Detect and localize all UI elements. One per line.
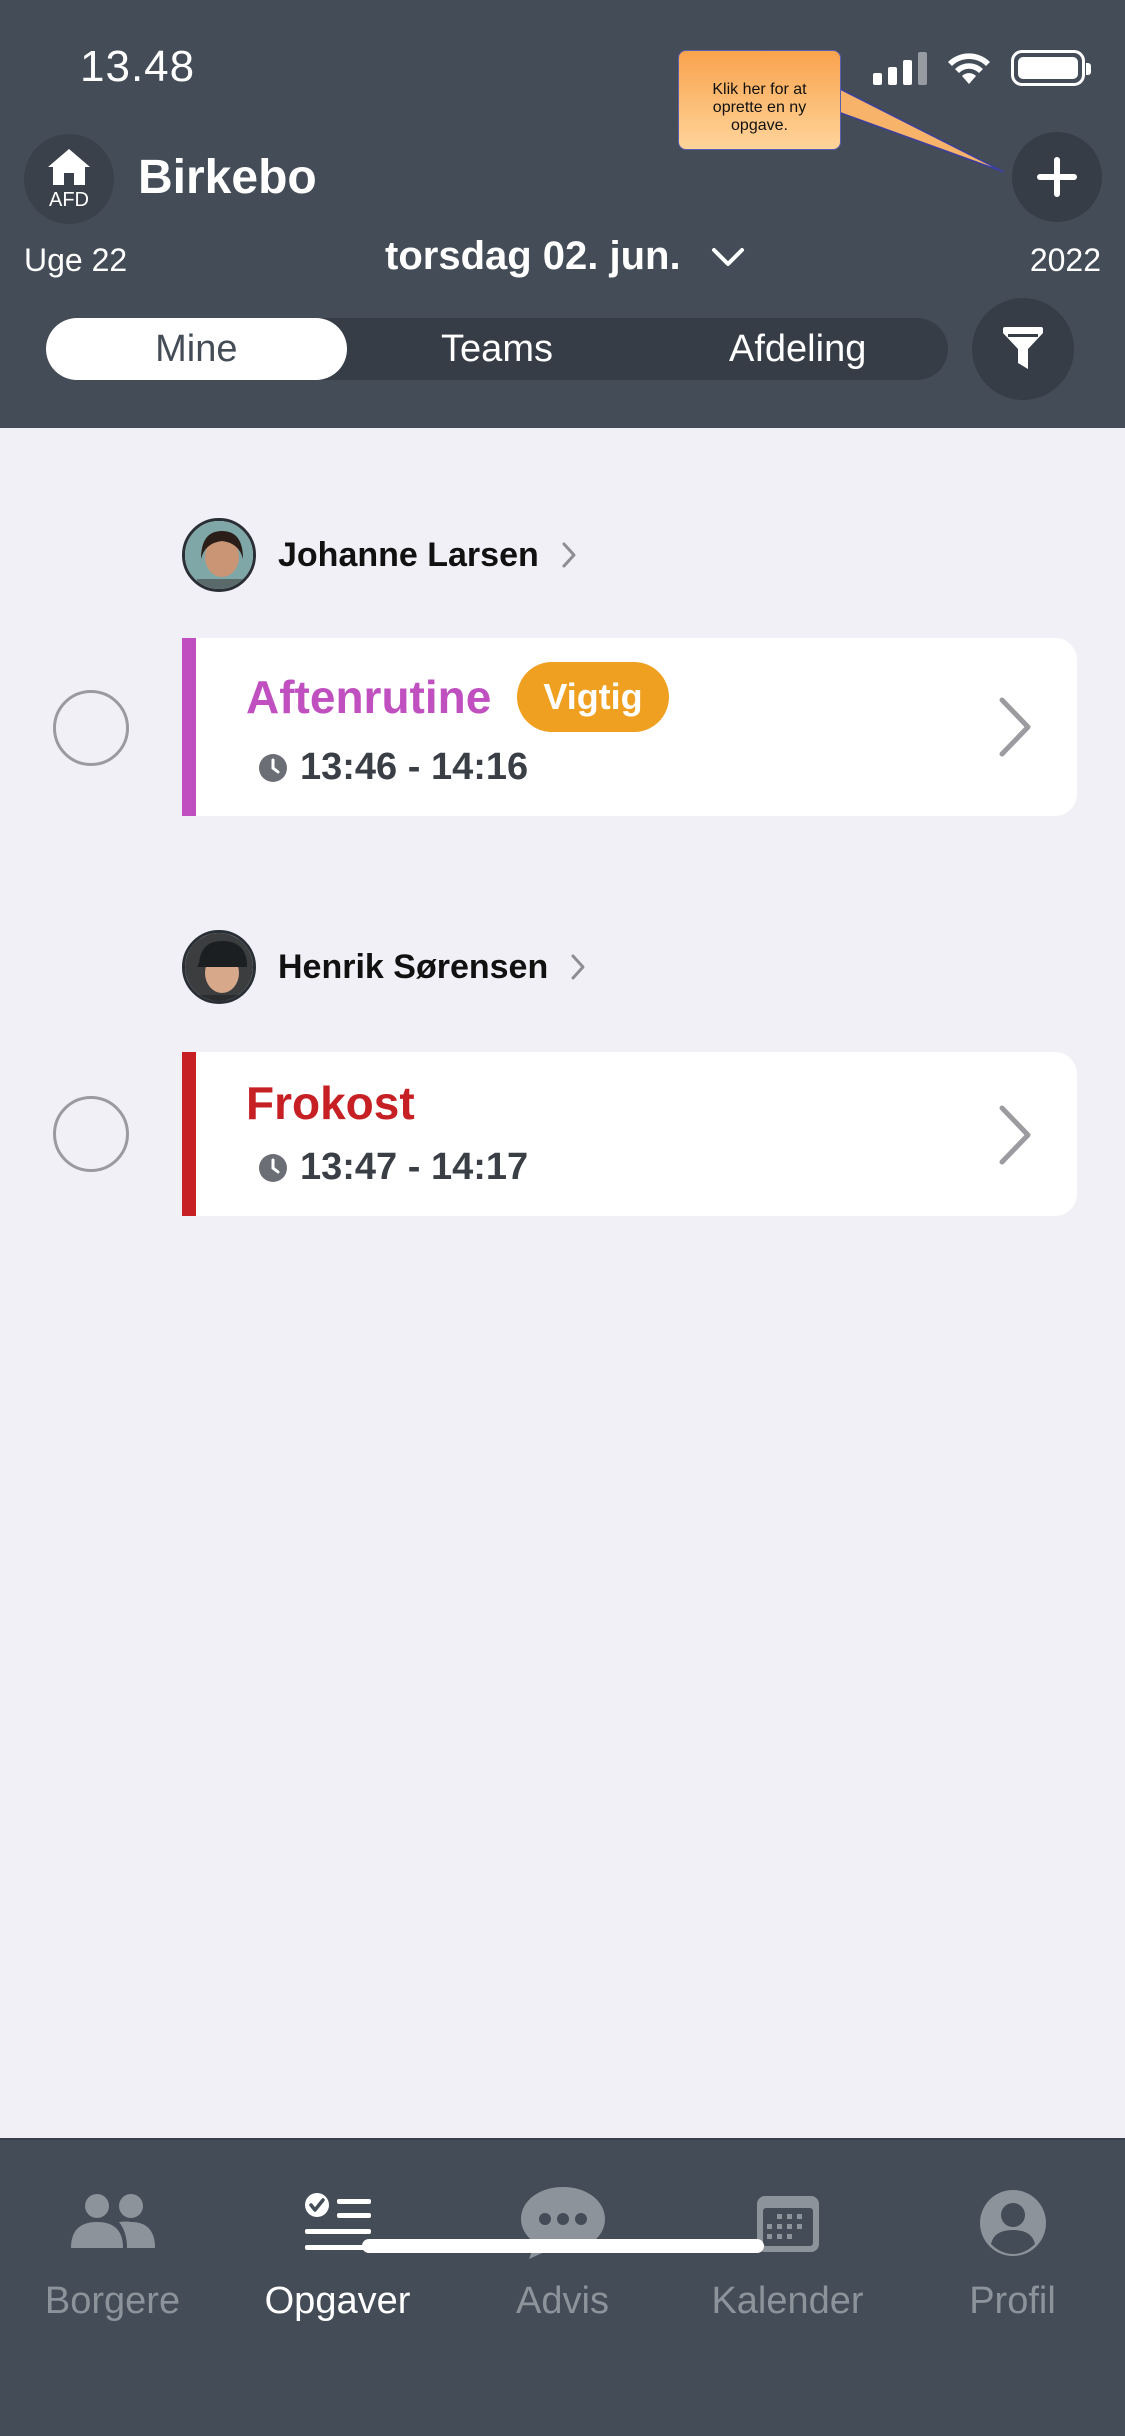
person-row-johanne-larsen[interactable]: Johanne Larsen — [182, 518, 577, 592]
task-title: Frokost — [246, 1077, 415, 1129]
segment-mine[interactable]: Mine — [46, 318, 347, 380]
filter-button[interactable] — [972, 298, 1074, 400]
task-time-row: 13:46 - 14:16 — [258, 746, 528, 789]
tab-label: Advis — [516, 2280, 609, 2322]
calendar-icon — [756, 2196, 819, 2252]
wifi-icon — [948, 53, 990, 84]
clock-icon — [259, 753, 287, 782]
bottom-tab-bar: Borgere Opgaver Advis Kalender Profil — [0, 2138, 1125, 2436]
add-task-button[interactable] — [1012, 132, 1102, 222]
tab-label: Kalender — [711, 2280, 864, 2322]
scope-segmented-control: Mine Teams Afdeling — [46, 318, 948, 380]
chevron-right-icon — [571, 954, 585, 980]
date-label: torsdag 02. jun. — [385, 234, 681, 278]
tab-label: Borgere — [44, 2280, 181, 2322]
tab-profil[interactable]: Profil — [900, 2140, 1125, 2340]
task-complete-checkbox[interactable] — [53, 1096, 129, 1172]
home-button[interactable]: AFD — [24, 134, 114, 224]
tab-borgere[interactable]: Borgere — [0, 2140, 225, 2340]
date-picker[interactable]: torsdag 02. jun. — [385, 234, 745, 279]
plus-icon — [1037, 157, 1077, 197]
person-name: Johanne Larsen — [278, 535, 539, 574]
clock-icon — [259, 1153, 287, 1182]
filter-funnel-icon — [1003, 327, 1043, 369]
people-icon — [70, 2194, 155, 2248]
status-icons — [873, 48, 1091, 88]
task-title-row: Aftenrutine Vigtig — [246, 662, 669, 732]
person-name: Henrik Sørensen — [278, 947, 549, 986]
year-label: 2022 — [1029, 242, 1101, 278]
tab-label: Opgaver — [264, 2280, 411, 2322]
app-header: 13.48 AFD Birkebo Klik her for at oprett… — [0, 0, 1125, 428]
chevron-right-icon — [999, 1105, 1031, 1165]
home-sub-label: AFD — [49, 188, 89, 211]
status-time: 13.48 — [80, 42, 196, 91]
task-time: 13:46 - 14:16 — [300, 746, 529, 788]
task-card-frokost[interactable]: Frokost 13:47 - 14:17 — [182, 1052, 1077, 1216]
chevron-right-icon — [999, 697, 1031, 757]
home-indicator — [362, 2239, 764, 2253]
task-title: Aftenrutine — [246, 671, 492, 723]
add-task-tooltip: Klik her for at oprette en ny opgave. — [678, 50, 841, 150]
task-title-row: Frokost — [246, 1076, 415, 1130]
week-label: Uge 22 — [24, 242, 128, 278]
task-time-row: 13:47 - 14:17 — [258, 1146, 528, 1189]
cellular-signal-icon — [873, 51, 927, 85]
segment-afdeling[interactable]: Afdeling — [647, 318, 948, 380]
task-card-aftenrutine[interactable]: Aftenrutine Vigtig 13:46 - 14:16 — [182, 638, 1077, 816]
priority-badge: Vigtig — [517, 662, 669, 732]
ward-title: Birkebo — [138, 151, 317, 204]
chevron-down-icon — [711, 247, 744, 266]
avatar — [182, 930, 256, 1004]
segment-teams[interactable]: Teams — [347, 318, 648, 380]
chevron-right-icon — [562, 542, 576, 568]
task-complete-checkbox[interactable] — [53, 690, 129, 766]
person-row-henrik-sorensen[interactable]: Henrik Sørensen — [182, 930, 586, 1004]
profile-icon — [979, 2190, 1046, 2256]
task-time: 13:47 - 14:17 — [300, 1146, 529, 1188]
avatar — [182, 518, 256, 592]
tab-label: Profil — [969, 2280, 1056, 2322]
battery-icon — [1011, 50, 1091, 86]
house-icon — [48, 148, 90, 185]
